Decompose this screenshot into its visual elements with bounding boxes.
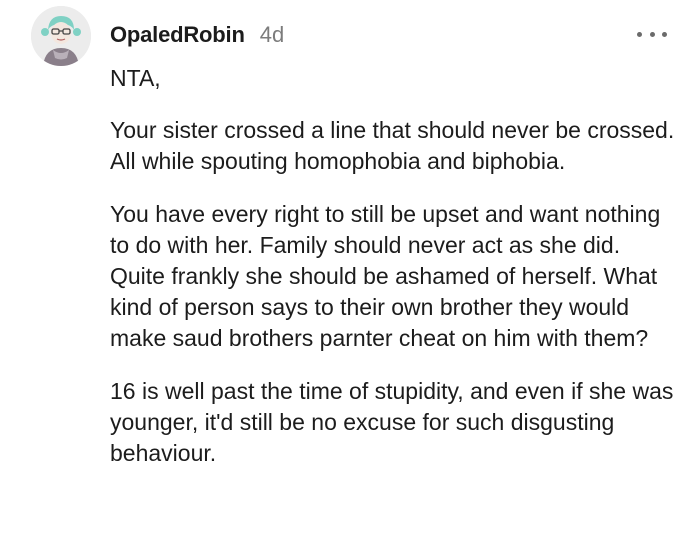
more-horizontal-icon <box>637 31 642 37</box>
timestamp[interactable]: 4d <box>260 22 284 48</box>
comment-paragraph: 16 is well past the time of stupidity, a… <box>110 378 674 466</box>
comment-body: NTA, Your sister crossed a line that sho… <box>110 63 680 469</box>
more-horizontal-icon <box>649 31 655 37</box>
comment-header: OpaledRobin 4d <box>110 21 284 49</box>
avatar[interactable] <box>31 6 91 66</box>
comment-paragraph: You have every right to still be upset a… <box>110 201 661 351</box>
comment: OpaledRobin 4d NTA, Your sister crossed … <box>0 0 700 557</box>
comment-paragraph: Your sister crossed a line that should n… <box>110 117 675 174</box>
avatar-icon <box>31 6 91 66</box>
more-options-button[interactable] <box>637 26 667 42</box>
comment-paragraph: NTA, <box>110 65 161 91</box>
more-horizontal-icon <box>662 31 667 37</box>
username[interactable]: OpaledRobin <box>110 22 245 48</box>
